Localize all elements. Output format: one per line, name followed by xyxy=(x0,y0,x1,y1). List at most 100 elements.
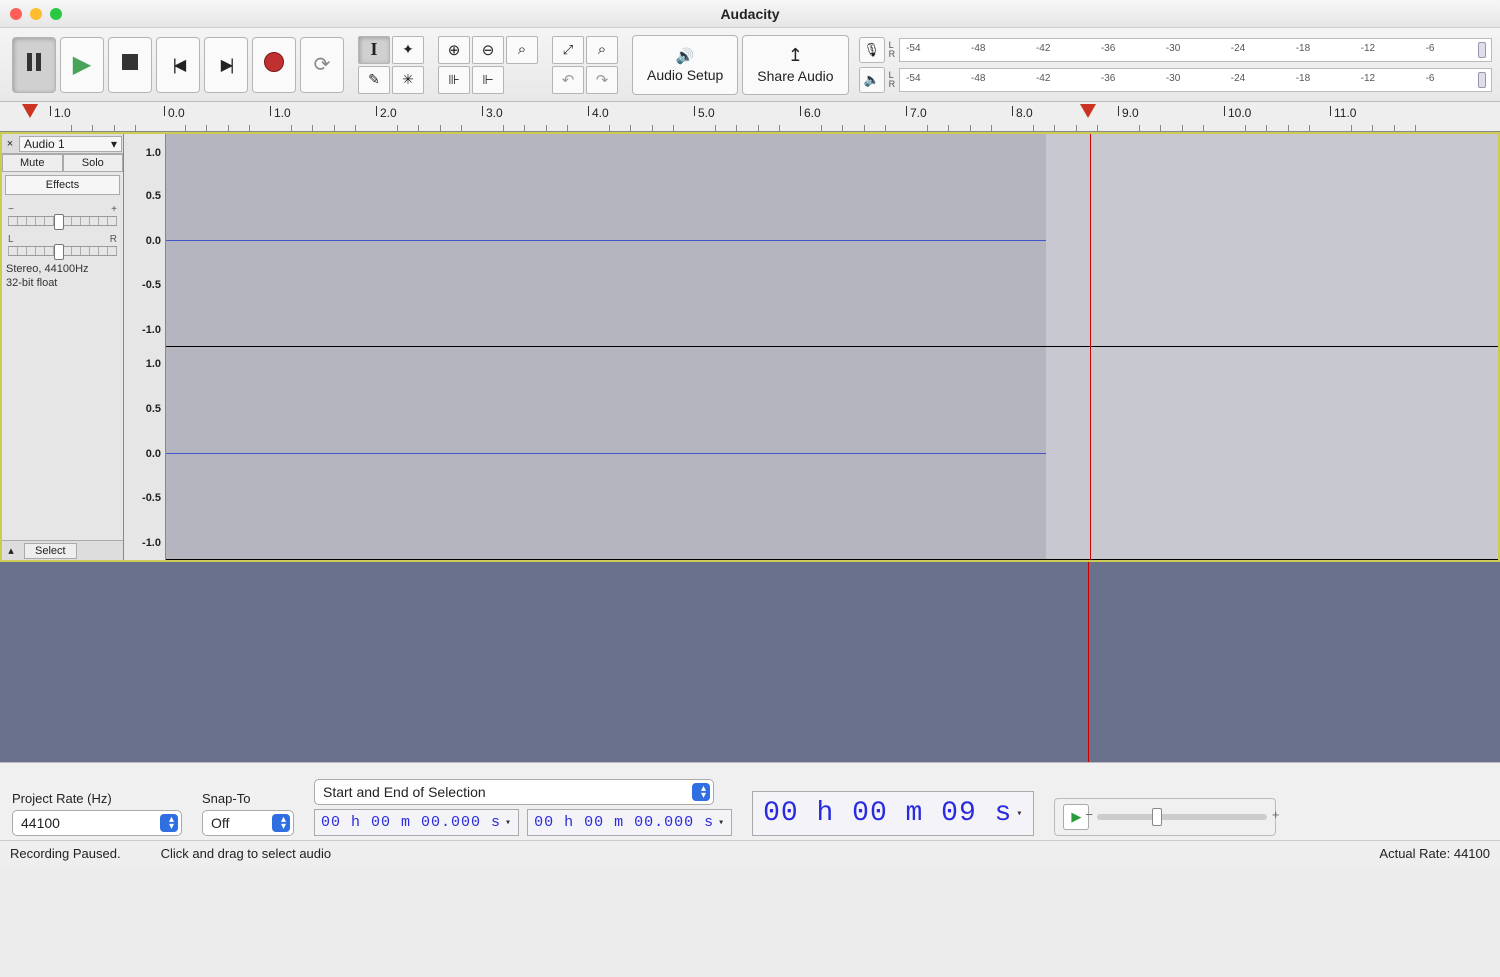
mute-button[interactable]: Mute xyxy=(2,154,63,172)
play-cursor-line xyxy=(1088,562,1089,762)
effects-button[interactable]: Effects xyxy=(5,175,120,195)
empty-track-space[interactable] xyxy=(0,562,1500,762)
share-audio-button[interactable]: Share Audio xyxy=(742,35,848,95)
snap-select[interactable]: Off ▴▾ xyxy=(202,810,294,836)
trim-icon xyxy=(448,71,459,88)
track-panel-footer: ▴ Select xyxy=(2,540,123,560)
envelope-tool[interactable] xyxy=(392,36,424,64)
play-at-speed-group: ▶ xyxy=(1054,798,1276,836)
speaker-small-icon xyxy=(864,72,880,88)
status-bar: Recording Paused. Click and drag to sele… xyxy=(0,840,1500,866)
amp-label: 0.0 xyxy=(146,448,161,460)
zoom-group xyxy=(434,36,542,94)
selection-tool[interactable] xyxy=(358,36,390,64)
select-track-button[interactable]: Select xyxy=(24,543,77,559)
playback-level-slider[interactable] xyxy=(1477,71,1487,89)
multi-icon xyxy=(402,71,414,88)
selection-time-group: Start and End of Selection ▴▾ 00 h 00 m … xyxy=(314,779,732,836)
format-line-2: 32-bit float xyxy=(6,276,119,290)
skip-start-icon xyxy=(173,53,183,76)
undo-button[interactable] xyxy=(552,66,584,94)
recording-meter-button[interactable] xyxy=(859,37,885,63)
main-toolbar: ▶ xyxy=(0,28,1500,102)
play-icon: ▶ xyxy=(73,50,91,79)
fit-zoom-group xyxy=(548,36,622,94)
fit-project[interactable] xyxy=(552,36,584,64)
recording-meter-row: L R -54-48-42-36-30-24-18-12-6 xyxy=(859,36,1492,64)
draw-tool[interactable] xyxy=(358,66,390,94)
titlebar: Audacity xyxy=(0,0,1500,28)
pan-r: R xyxy=(110,234,117,245)
redo-button[interactable] xyxy=(586,66,618,94)
dropdown-icon: ▾ xyxy=(505,817,512,829)
chevron-updown-icon: ▴▾ xyxy=(701,785,706,799)
position-value: 00 h 00 m 09 s xyxy=(763,798,1012,829)
meter-ticks: -54-48-42-36-30-24-18-12-6 xyxy=(906,73,1485,84)
snap-group: Snap-To Off ▴▾ xyxy=(202,791,294,836)
skip-end-button[interactable] xyxy=(204,37,248,93)
fit-width-icon xyxy=(563,41,573,58)
playback-meter-button[interactable] xyxy=(859,67,885,93)
pan-slider[interactable]: LR xyxy=(8,234,117,256)
playback-meter[interactable]: -54-48-42-36-30-24-18-12-6 xyxy=(899,68,1492,92)
gain-minus: − xyxy=(8,204,14,215)
audio-setup-button[interactable]: Audio Setup xyxy=(632,35,738,95)
chevron-updown-icon: ▴▾ xyxy=(169,816,174,830)
stop-button[interactable] xyxy=(108,37,152,93)
envelope-icon xyxy=(402,41,414,58)
timeline-ruler[interactable]: 1.00.01.02.03.04.05.06.07.08.09.010.011.… xyxy=(0,102,1500,132)
snap-label: Snap-To xyxy=(202,791,294,806)
time-value: 00 h 00 m 00.000 s xyxy=(321,814,501,831)
audio-setup-label: Audio Setup xyxy=(647,67,723,83)
record-button[interactable] xyxy=(252,37,296,93)
waveform-right-channel[interactable] xyxy=(166,347,1498,560)
amp-label: 0.0 xyxy=(146,235,161,247)
zoom-out-icon xyxy=(482,41,495,59)
snap-value: Off xyxy=(211,815,229,831)
selection-start-time[interactable]: 00 h 00 m 00.000 s ▾ xyxy=(314,809,519,836)
silence-audio[interactable] xyxy=(472,66,504,94)
app-title: Audacity xyxy=(0,6,1500,22)
transport-group: ▶ xyxy=(8,37,348,93)
pause-button[interactable] xyxy=(12,37,56,93)
gain-slider[interactable]: −+ xyxy=(8,204,117,226)
zoom-toggle[interactable] xyxy=(586,36,618,64)
format-line-1: Stereo, 44100Hz xyxy=(6,262,119,276)
solo-button[interactable]: Solo xyxy=(63,154,124,172)
fit-selection[interactable] xyxy=(506,36,538,64)
project-rate-group: Project Rate (Hz) 44100 ▴▾ xyxy=(12,791,182,836)
zoom-out[interactable] xyxy=(472,36,504,64)
track-menu[interactable]: Audio 1 ▾ xyxy=(19,136,122,152)
playback-speed-slider[interactable] xyxy=(1097,814,1267,820)
loop-icon xyxy=(314,52,331,77)
project-rate-select[interactable]: 44100 ▴▾ xyxy=(12,810,182,836)
pause-icon xyxy=(27,53,41,77)
trim-audio[interactable] xyxy=(438,66,470,94)
pencil-icon xyxy=(368,71,380,88)
chevron-down-icon: ▾ xyxy=(111,137,117,151)
play-button[interactable]: ▶ xyxy=(60,37,104,93)
amp-scale-left-channel: 1.0 0.5 0.0 -0.5 -1.0 xyxy=(124,134,165,347)
dropdown-icon: ▾ xyxy=(718,817,725,829)
multi-tool[interactable] xyxy=(392,66,424,94)
collapse-button[interactable]: ▴ xyxy=(2,544,20,557)
status-hint: Click and drag to select audio xyxy=(161,846,332,861)
recording-level-slider[interactable] xyxy=(1477,41,1487,59)
selection-mode-label: Start and End of Selection xyxy=(323,784,486,800)
skip-start-button[interactable] xyxy=(156,37,200,93)
audio-position[interactable]: 00 h 00 m 09 s▾ xyxy=(752,791,1034,836)
loop-button[interactable] xyxy=(300,37,344,93)
waveform-left-channel[interactable] xyxy=(166,134,1498,347)
recording-meter[interactable]: -54-48-42-36-30-24-18-12-6 xyxy=(899,38,1492,62)
zoom-in[interactable] xyxy=(438,36,470,64)
play-cursor-line xyxy=(1090,134,1091,560)
waveform-area[interactable]: Audio 1 #1 xyxy=(166,134,1498,560)
close-track-button[interactable]: × xyxy=(2,138,18,150)
pan-l: L xyxy=(8,234,14,245)
zoom-fit-icon xyxy=(518,41,526,58)
selection-mode-select[interactable]: Start and End of Selection ▴▾ xyxy=(314,779,714,805)
setup-group: Audio Setup Share Audio xyxy=(628,35,853,95)
amp-label: 0.5 xyxy=(146,403,161,415)
amp-label: -0.5 xyxy=(142,492,161,504)
selection-end-time[interactable]: 00 h 00 m 00.000 s▾ xyxy=(527,809,732,836)
